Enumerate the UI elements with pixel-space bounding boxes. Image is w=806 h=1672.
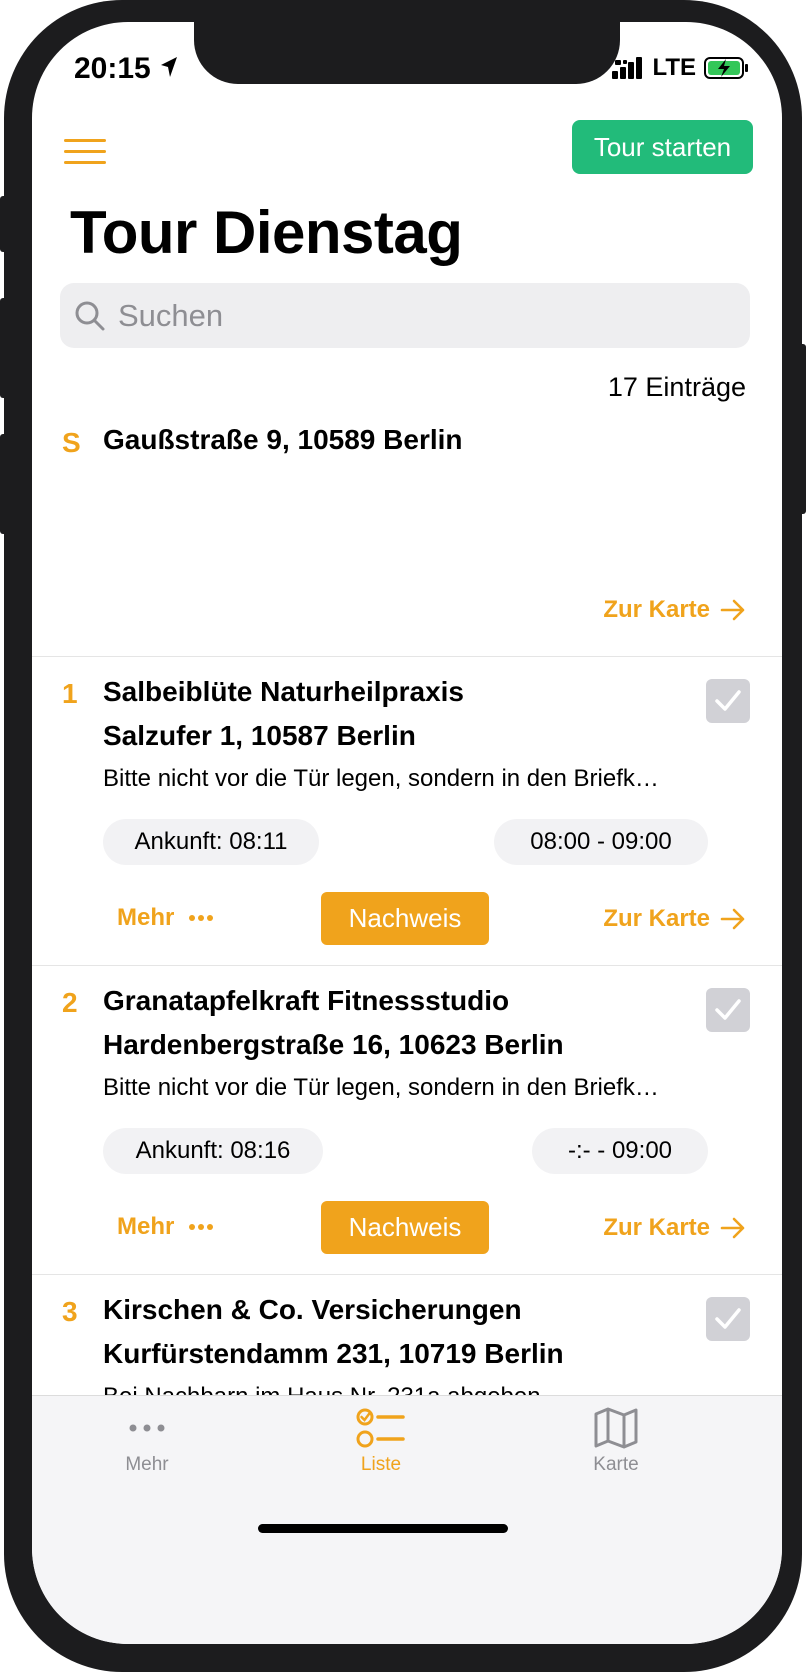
divider <box>32 1274 782 1275</box>
stop-name: Granatapfelkraft Fitnessstudio <box>103 985 510 1016</box>
status-indicators: LTE <box>612 54 750 82</box>
stop-note: Bitte nicht vor die Tür legen, sondern i… <box>103 1074 659 1101</box>
arrival-badge: Ankunft: 08:11 <box>103 819 319 865</box>
stop-name: Kirschen & Co. Versicherungen <box>103 1294 522 1325</box>
entry-count: 17 Einträge <box>607 372 746 402</box>
tab-list[interactable]: Liste <box>306 1406 456 1476</box>
home-indicator[interactable] <box>258 1524 508 1533</box>
location-arrow-icon <box>161 57 177 77</box>
tab-more[interactable]: Mehr <box>72 1406 222 1476</box>
more-label: Mehr <box>117 1213 175 1240</box>
notch <box>194 22 620 84</box>
map-link[interactable]: Zur Karte <box>603 596 746 624</box>
checkmark-icon <box>715 1308 741 1329</box>
stop-name: Salbeiblüte Naturheilpraxis <box>103 676 464 707</box>
device-frame: 20:15 LTE Tour starten Tour Dienstag Suc… <box>0 0 806 1672</box>
time-window-badge: 08:00 - 09:00 <box>494 819 708 865</box>
checkmark-icon <box>715 999 741 1020</box>
more-label: Mehr <box>117 904 175 931</box>
divider <box>32 965 782 966</box>
done-checkbox[interactable] <box>706 988 750 1032</box>
done-checkbox[interactable] <box>706 679 750 723</box>
tab-label: Liste <box>360 1454 402 1475</box>
hamburger-menu-icon[interactable] <box>64 139 106 165</box>
map-link-label: Zur Karte <box>603 1214 710 1241</box>
start-tour-button[interactable]: Tour starten <box>572 120 753 174</box>
signal-icon <box>612 57 643 79</box>
ellipsis-icon <box>129 1424 165 1432</box>
start-marker: S <box>62 427 81 458</box>
arrow-right-icon <box>720 1217 745 1239</box>
more-button[interactable]: Mehr <box>117 904 214 932</box>
screen: 20:15 LTE Tour starten Tour Dienstag Suc… <box>32 22 782 1644</box>
proof-button[interactable]: Nachweis <box>321 892 489 945</box>
tab-label: Mehr <box>125 1454 169 1475</box>
time-window-badge: -:- - 09:00 <box>532 1128 708 1174</box>
start-address: Gaußstraße 9, 10589 Berlin <box>103 424 463 455</box>
ellipsis-icon <box>189 1224 214 1230</box>
stop-address: Hardenbergstraße 16, 10623 Berlin <box>103 1029 564 1060</box>
map-link-label: Zur Karte <box>603 905 710 932</box>
map-link[interactable]: Zur Karte <box>603 1214 746 1242</box>
map-icon <box>594 1407 638 1449</box>
tab-map[interactable]: Karte <box>541 1406 691 1476</box>
divider <box>32 656 782 657</box>
checkmark-icon <box>715 690 741 711</box>
page-title: Tour Dienstag <box>70 199 463 266</box>
stop-number: 1 <box>62 678 78 709</box>
proof-button[interactable]: Nachweis <box>321 1201 489 1254</box>
map-link[interactable]: Zur Karte <box>603 905 746 933</box>
tab-bar: Mehr Liste Karte <box>32 1395 782 1644</box>
checklist-icon <box>356 1408 405 1448</box>
search-icon <box>75 301 105 330</box>
ellipsis-icon <box>189 915 214 921</box>
battery-charging-icon <box>704 57 748 79</box>
phone-body: 20:15 LTE Tour starten Tour Dienstag Suc… <box>4 0 802 1672</box>
network-type: LTE <box>652 54 696 81</box>
status-time: 20:15 <box>74 52 151 85</box>
stop-number: 3 <box>62 1296 78 1327</box>
search-input[interactable] <box>116 296 720 335</box>
map-link-label: Zur Karte <box>603 596 710 623</box>
stop-number: 2 <box>62 987 78 1018</box>
search-bar[interactable] <box>60 283 750 348</box>
arrival-badge: Ankunft: 08:16 <box>103 1128 323 1174</box>
stop-address: Salzufer 1, 10587 Berlin <box>103 720 416 751</box>
stop-address: Kurfürstendamm 231, 10719 Berlin <box>103 1338 564 1369</box>
tab-label: Karte <box>593 1454 639 1475</box>
more-button[interactable]: Mehr <box>117 1213 214 1241</box>
arrow-right-icon <box>720 908 745 930</box>
arrow-right-icon <box>720 599 745 621</box>
done-checkbox[interactable] <box>706 1297 750 1341</box>
stop-note: Bitte nicht vor die Tür legen, sondern i… <box>103 765 659 792</box>
